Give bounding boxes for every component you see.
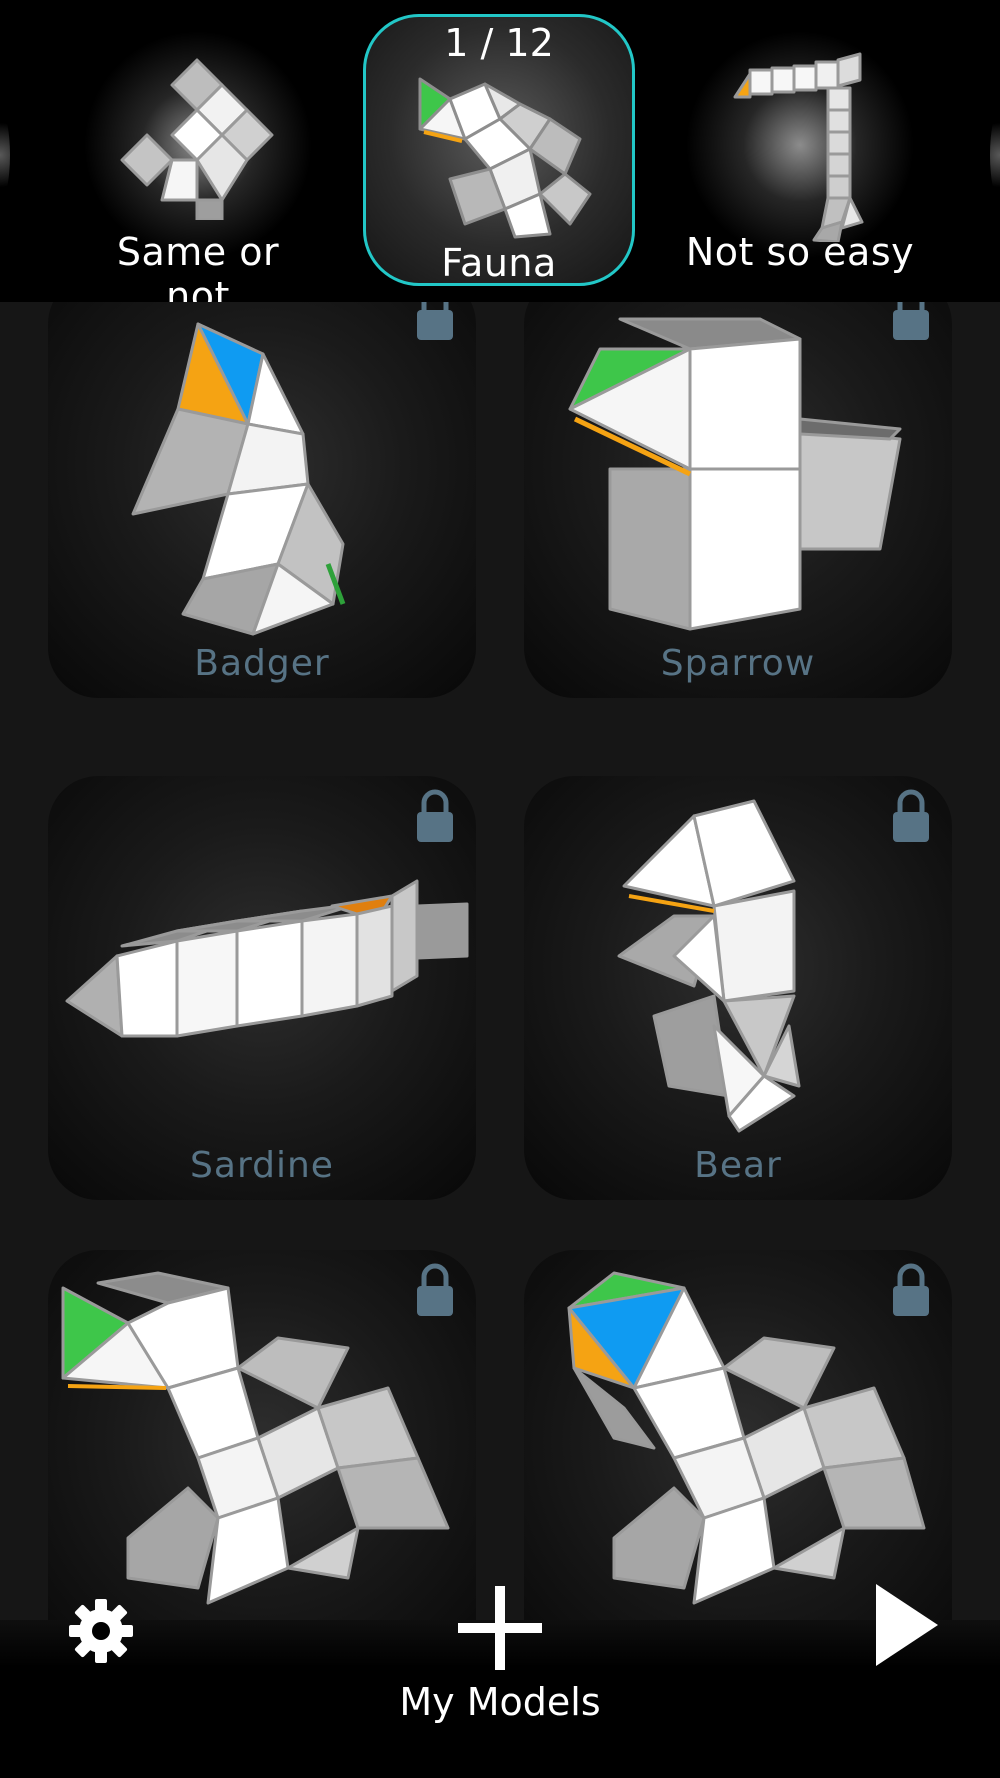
category-carousel[interactable]: Same or not 1 / 12 Fauna Not so easy <box>0 0 1000 302</box>
category-same-or-not[interactable]: Same or not <box>82 0 314 302</box>
sparrow-model <box>568 317 902 631</box>
model-card-badger[interactable]: Badger <box>48 302 476 698</box>
model-6-thumbnail <box>567 1271 926 1605</box>
category-label: Fauna <box>441 241 557 285</box>
sardine-model <box>65 879 469 1038</box>
model-5-thumbnail <box>61 1271 450 1605</box>
model-name: Bear <box>694 1145 782 1186</box>
model-name: Sparrow <box>660 643 816 684</box>
my-models-label[interactable]: My Models <box>0 1680 1000 1724</box>
fauna-thumbnail <box>418 77 592 239</box>
previous-category-partial[interactable] <box>0 110 10 200</box>
model-card-6[interactable] <box>524 1250 952 1620</box>
category-label: Same or not <box>116 230 280 302</box>
lock-icon <box>893 789 929 842</box>
category-fauna-selected[interactable]: 1 / 12 Fauna <box>363 14 635 286</box>
next-category-partial[interactable] <box>990 110 1000 200</box>
same-or-not-thumbnail <box>120 58 274 220</box>
model-card-bear[interactable]: Bear <box>524 776 952 1200</box>
model-grid[interactable]: Badger Sparrow Sardine Bear <box>0 302 1000 1620</box>
model-card-sparrow[interactable]: Sparrow <box>524 302 952 698</box>
bear-model <box>617 799 801 1133</box>
play-icon[interactable] <box>872 1582 942 1668</box>
plus-icon[interactable] <box>458 1586 542 1670</box>
model-card-5[interactable] <box>48 1250 476 1620</box>
not-so-easy-thumbnail <box>733 52 864 242</box>
model-name: Sardine <box>190 1145 334 1186</box>
lock-icon <box>417 302 453 340</box>
model-card-sardine[interactable]: Sardine <box>48 776 476 1200</box>
category-label: Not so easy <box>685 230 915 274</box>
gear-icon[interactable] <box>66 1596 136 1666</box>
lock-icon <box>417 789 453 842</box>
badger-model <box>131 322 346 636</box>
category-not-so-easy[interactable]: Not so easy <box>680 0 920 302</box>
model-name: Badger <box>194 643 330 684</box>
